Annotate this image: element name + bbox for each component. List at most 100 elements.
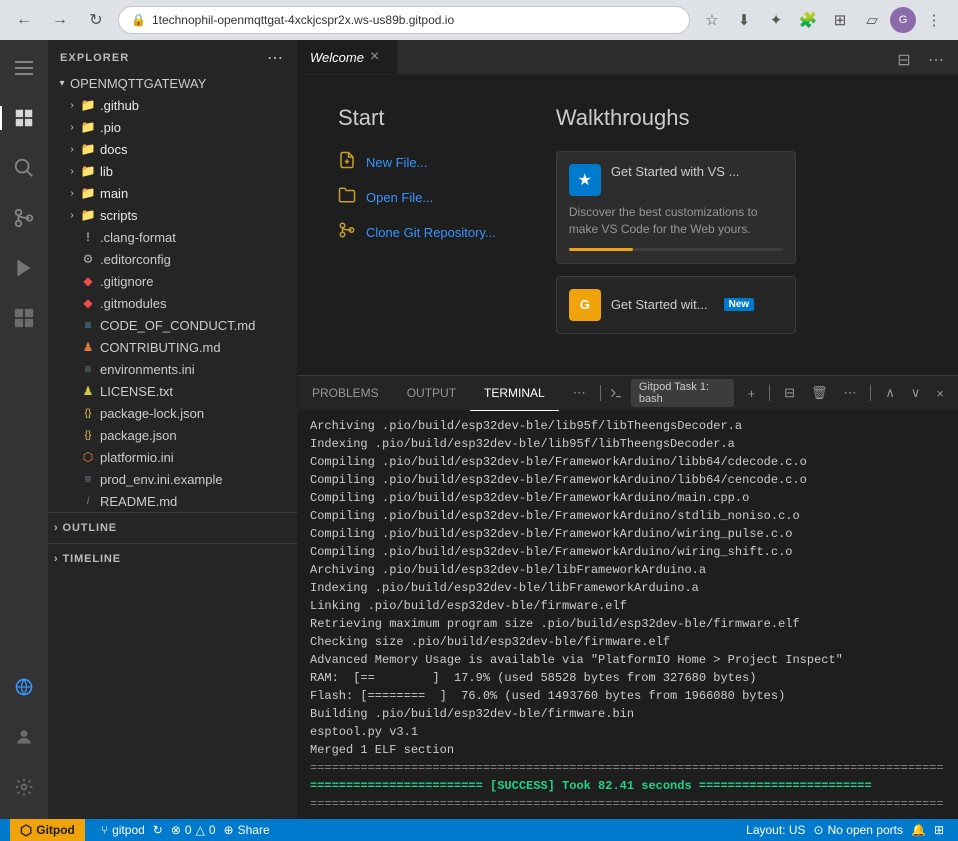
outline-header[interactable]: › OUTLINE <box>48 517 297 539</box>
status-notifications[interactable]: 🔔 <box>907 819 930 841</box>
lock-icon: 🔒 <box>131 13 146 27</box>
puzzle-button[interactable]: 🧩 <box>794 6 822 34</box>
tree-item-lib[interactable]: › 📁 lib <box>48 160 297 182</box>
status-git-branch[interactable]: ⑂ gitpod <box>97 819 149 841</box>
tree-item-code-of-conduct[interactable]: ≡ CODE_OF_CONDUCT.md <box>48 314 297 336</box>
panel-btn-kill[interactable]: 🗑 <box>805 381 834 405</box>
panel-btn-more[interactable]: ⋯ <box>567 381 592 405</box>
output-tab-label: OUTPUT <box>407 386 456 400</box>
panel-btn-scroll-up[interactable]: ∧ <box>879 381 901 405</box>
panel-btn-close[interactable]: × <box>930 381 950 405</box>
activity-accounts[interactable] <box>0 713 48 761</box>
status-left: ⑂ gitpod ↻ ⊗ 0 △ 0 ⊕ Share <box>97 819 274 841</box>
status-share[interactable]: ⊕ Share <box>220 819 274 841</box>
notifications-icon: 🔔 <box>911 823 926 837</box>
terminal-line: Linking .pio/build/esp32dev-ble/firmware… <box>310 597 946 615</box>
clone-repo-icon <box>338 221 356 244</box>
main-area: EXPLORER ⋯ ▾ OPENMQTTGATEWAY › 📁 .github <box>0 40 958 819</box>
status-sync[interactable]: ↻ <box>149 819 167 841</box>
gitmodules-icon: ◆ <box>80 295 96 311</box>
status-layout[interactable]: Layout: US <box>742 819 809 841</box>
activity-remote[interactable] <box>0 663 48 711</box>
panel-tab-output[interactable]: OUTPUT <box>393 376 470 411</box>
tree-item-environments[interactable]: ≡ environments.ini <box>48 358 297 380</box>
more-actions-button[interactable]: ⋯ <box>922 46 950 74</box>
tree-item-editorconfig[interactable]: ⚙ .editorconfig <box>48 248 297 270</box>
back-button[interactable]: ← <box>10 6 38 34</box>
activity-search[interactable] <box>0 144 48 192</box>
address-bar[interactable]: 🔒 1technophil-openmqttgat-4xckjcspr2x.ws… <box>118 6 690 34</box>
tree-item-docs[interactable]: › 📁 docs <box>48 138 297 160</box>
walkthrough-card-get-started-2[interactable]: G Get Started wit... New <box>556 276 796 334</box>
welcome-start-title: Start <box>338 105 496 131</box>
split-editor-button[interactable]: ⊟ <box>890 46 918 74</box>
bookmark-button[interactable]: ☆ <box>698 6 726 34</box>
file-name-gitignore: .gitignore <box>100 274 153 289</box>
terminal-line: Advanced Memory Usage is available via "… <box>310 651 946 669</box>
reload-button[interactable]: ↻ <box>82 6 110 34</box>
tree-root-folder[interactable]: ▾ OPENMQTTGATEWAY <box>48 72 297 94</box>
status-terminal-toggle[interactable]: ⊞ <box>930 819 948 841</box>
download-button[interactable]: ⬇ <box>730 6 758 34</box>
folder-icon: 📁 <box>80 97 96 113</box>
tree-item-clang-format[interactable]: ! .clang-format <box>48 226 297 248</box>
tree-item-license[interactable]: ♟ LICENSE.txt <box>48 380 297 402</box>
terminal-line: Compiling .pio/build/esp32dev-ble/Framew… <box>310 525 946 543</box>
tree-item-prod-env[interactable]: ≡ prod_env.ini.example <box>48 468 297 490</box>
gitpod-status-item[interactable]: ⬡ Gitpod <box>10 819 85 841</box>
tree-item-package[interactable]: {} package.json <box>48 424 297 446</box>
tree-item-gitignore[interactable]: ◆ .gitignore <box>48 270 297 292</box>
activity-extensions[interactable] <box>0 294 48 342</box>
activity-explorer[interactable] <box>0 94 48 142</box>
spacer <box>64 383 80 399</box>
walkthrough-card-get-started[interactable]: ★ Get Started with VS ... Discover the b… <box>556 151 796 264</box>
tab-welcome[interactable]: Welcome × <box>298 40 398 74</box>
sidebar-header: EXPLORER ⋯ <box>48 40 297 72</box>
sidebar-more-btn[interactable]: ⋯ <box>265 48 285 68</box>
warnings-count: 0 <box>209 823 216 837</box>
panel-btn-panel-more[interactable]: ⋯ <box>837 381 862 405</box>
tree-item-pio[interactable]: › 📁 .pio <box>48 116 297 138</box>
panel-tab-terminal[interactable]: TERMINAL <box>470 376 559 411</box>
split-button[interactable]: ▱ <box>858 6 886 34</box>
forward-button[interactable]: → <box>46 6 74 34</box>
spacer <box>64 339 80 355</box>
tree-item-package-lock[interactable]: {} package-lock.json <box>48 402 297 424</box>
star-button[interactable]: ✦ <box>762 6 790 34</box>
panel-btn-add-terminal[interactable]: + <box>742 381 762 405</box>
terminal-content[interactable]: Archiving .pio/build/esp32dev-ble/lib95f… <box>298 411 958 819</box>
tree-item-main[interactable]: › 📁 main <box>48 182 297 204</box>
activity-source-control[interactable] <box>0 194 48 242</box>
activity-run[interactable] <box>0 244 48 292</box>
activity-settings[interactable] <box>0 763 48 811</box>
file-name-docs: docs <box>100 142 127 157</box>
welcome-clone-repo-action[interactable]: Clone Git Repository... <box>338 221 496 244</box>
terminal-line: esptool.py v3.1 <box>310 723 946 741</box>
timeline-header[interactable]: › TIMELINE <box>48 548 297 570</box>
tree-item-readme[interactable]: i README.md <box>48 490 297 512</box>
tree-item-contributing[interactable]: ♟ CONTRIBUTING.md <box>48 336 297 358</box>
tree-item-github[interactable]: › 📁 .github <box>48 94 297 116</box>
tree-item-scripts[interactable]: › 📁 scripts <box>48 204 297 226</box>
user-avatar[interactable]: G <box>890 7 916 33</box>
sync-icon: ↻ <box>153 823 163 837</box>
tree-item-platformio[interactable]: ⬡ platformio.ini <box>48 446 297 468</box>
file-name-prod-env: prod_env.ini.example <box>100 472 223 487</box>
file-tree[interactable]: ▾ OPENMQTTGATEWAY › 📁 .github › 📁 .pio <box>48 72 297 819</box>
activity-menu[interactable] <box>0 44 48 92</box>
panel-btn-split[interactable]: ⊟ <box>778 381 801 405</box>
panel-tab-problems[interactable]: PROBLEMS <box>298 376 393 411</box>
terminal-line: Compiling .pio/build/esp32dev-ble/Framew… <box>310 507 946 525</box>
platformio-icon: ⬡ <box>80 449 96 465</box>
tab-welcome-close[interactable]: × <box>370 49 379 65</box>
tree-item-gitmodules[interactable]: ◆ .gitmodules <box>48 292 297 314</box>
status-errors[interactable]: ⊗ 0 △ 0 <box>167 819 220 841</box>
spacer <box>64 295 80 311</box>
status-ports[interactable]: ⊙ No open ports <box>810 819 907 841</box>
panel-btn-scroll-down[interactable]: ∨ <box>905 381 927 405</box>
welcome-new-file-action[interactable]: New File... <box>338 151 496 174</box>
tab-manager-button[interactable]: ⊞ <box>826 6 854 34</box>
welcome-open-file-action[interactable]: Open File... <box>338 186 496 209</box>
menu-button[interactable]: ⋮ <box>920 6 948 34</box>
package-lock-icon: {} <box>80 405 96 421</box>
